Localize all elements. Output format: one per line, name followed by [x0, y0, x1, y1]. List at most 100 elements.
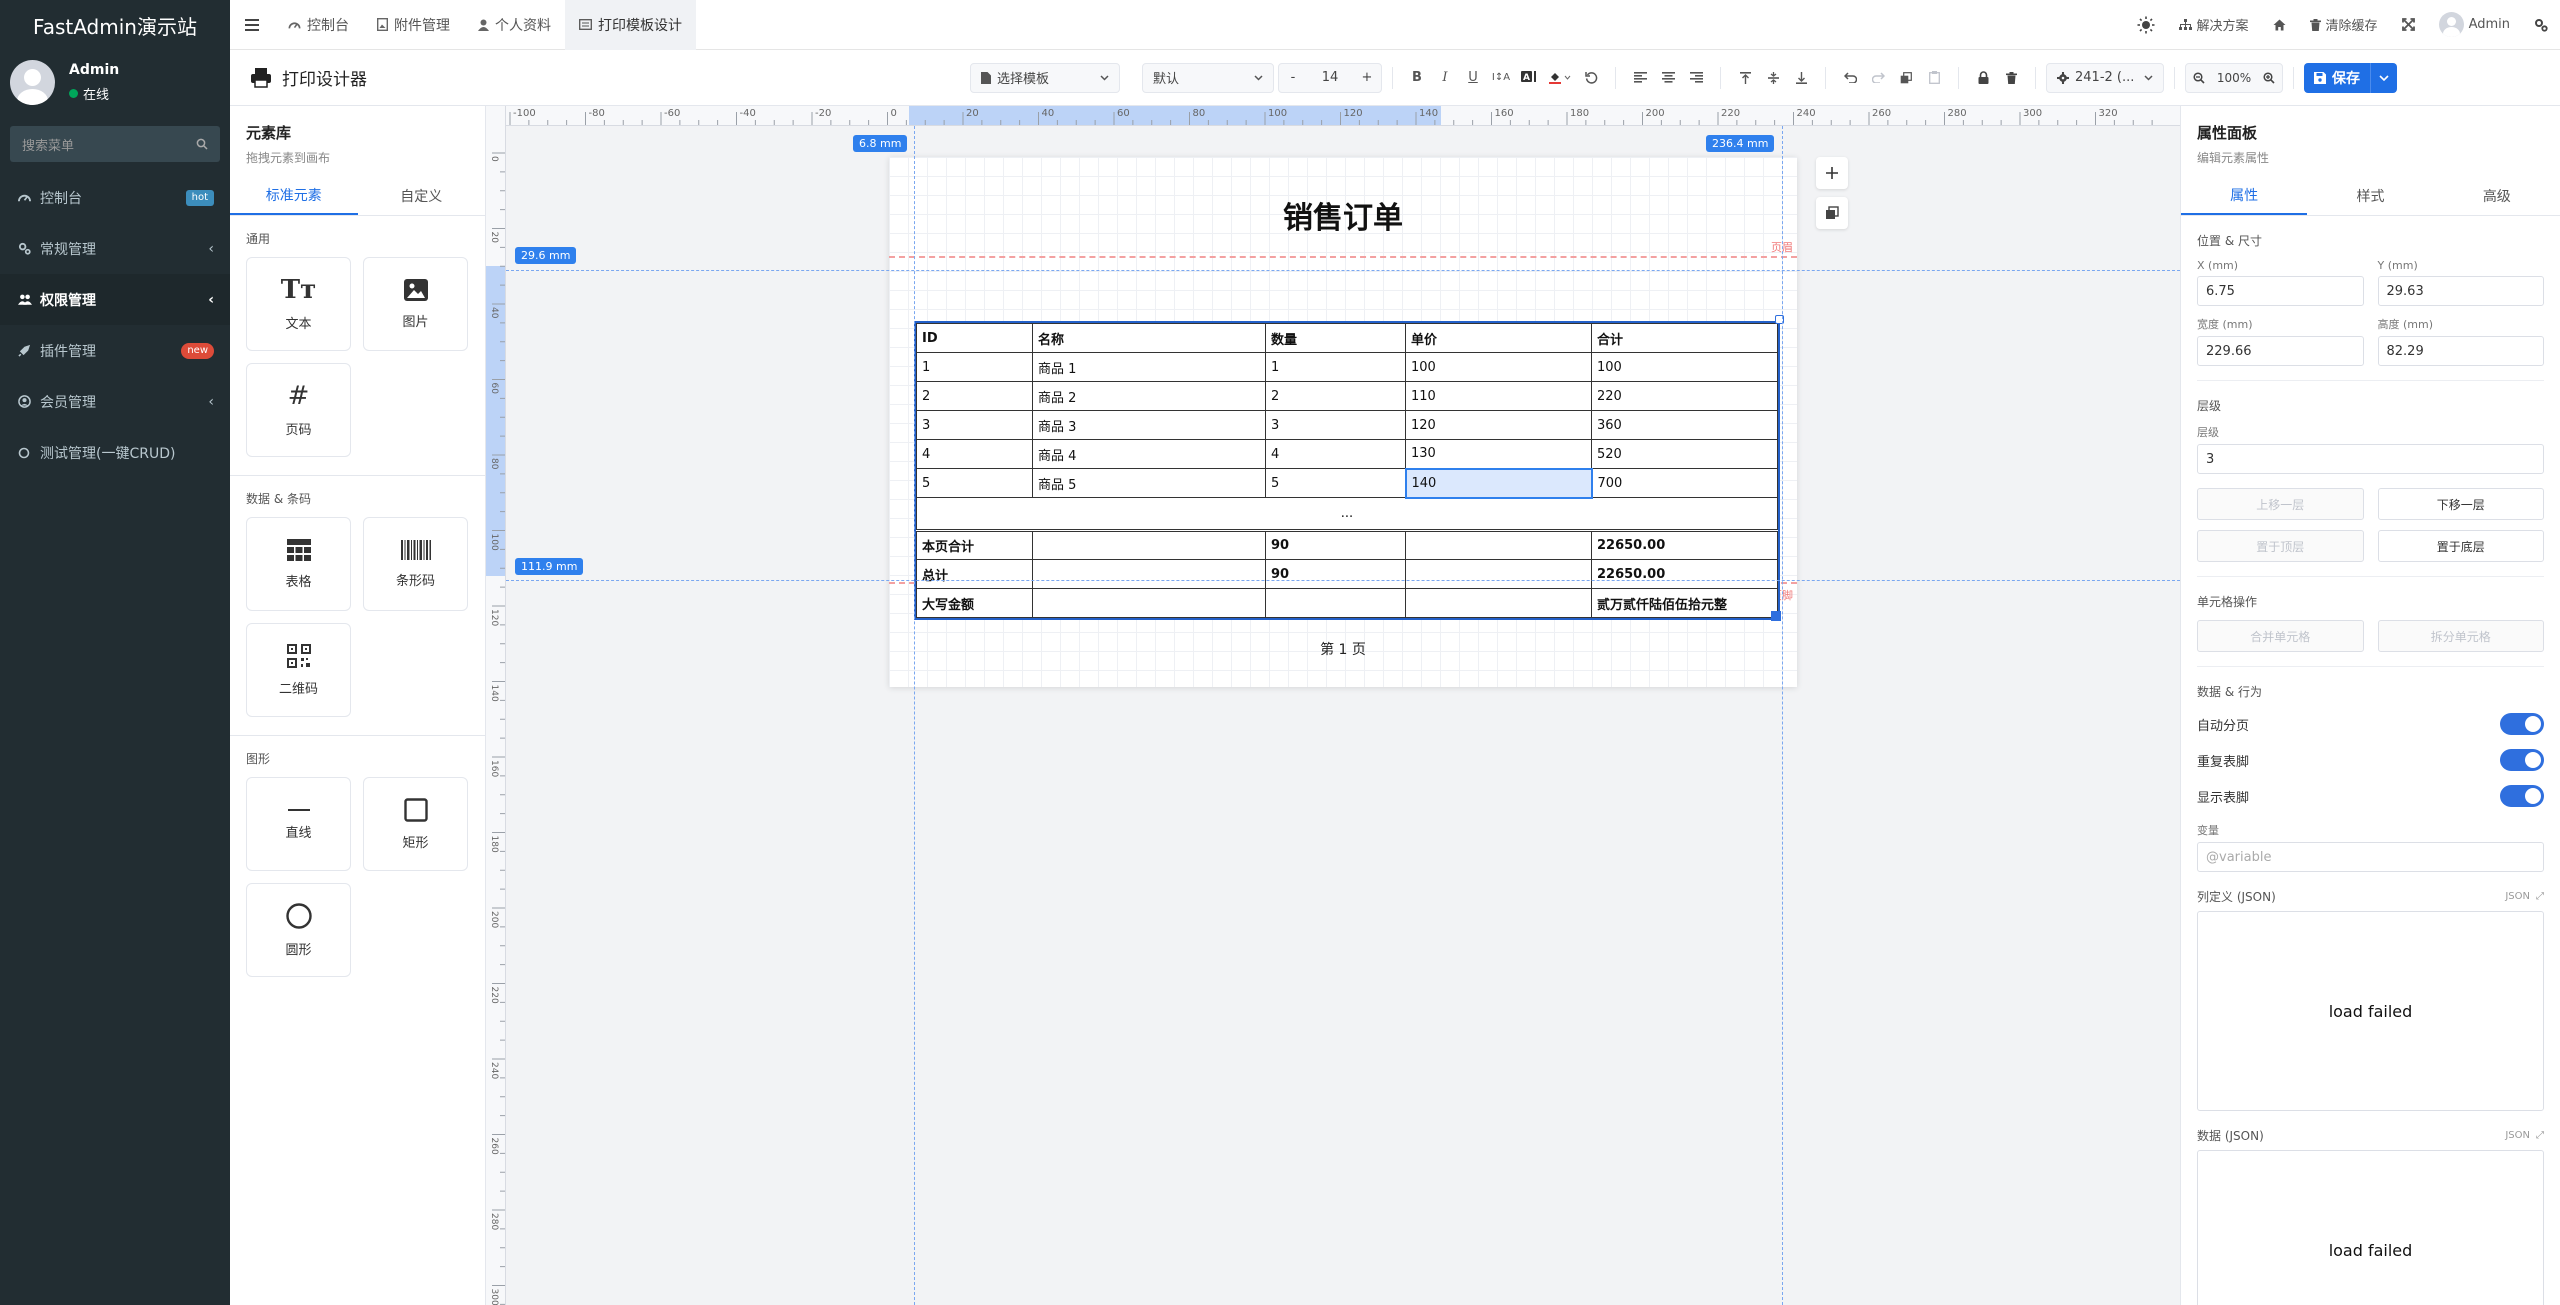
sidebar-item-members[interactable]: 会员管理 ‹: [0, 376, 230, 427]
tab-standard-elements[interactable]: 标准元素: [230, 176, 358, 215]
table-header-cell[interactable]: ID: [916, 323, 1033, 353]
template-select[interactable]: 选择模板: [970, 62, 1120, 93]
zoom-in-button[interactable]: [2256, 64, 2282, 92]
bring-to-front-button[interactable]: 置于顶层: [2197, 530, 2364, 562]
show-footer-switch[interactable]: [2500, 785, 2544, 807]
table-footer-cell[interactable]: [1265, 588, 1406, 618]
table-cell[interactable]: 商品 4: [1032, 439, 1266, 469]
table-footer-cell[interactable]: 本页合计: [916, 530, 1033, 560]
height-input[interactable]: 82.29: [2377, 336, 2544, 366]
table-cell[interactable]: 1: [1265, 352, 1406, 382]
auto-paginate-switch[interactable]: [2500, 713, 2544, 735]
table-footer-cell[interactable]: [1405, 530, 1592, 560]
underline-button[interactable]: U: [1459, 64, 1487, 92]
duplicate-page-button[interactable]: [1816, 197, 1848, 229]
table-header-cell[interactable]: 单价: [1405, 323, 1592, 353]
order-table-element[interactable]: ID 名称 数量 单价 合计 1 商品 1 1 100 100 2 商品 2 2: [914, 315, 1784, 621]
design-canvas[interactable]: -100 -80 -60 -40 -20 0 20 40 60 80 100 120 140 160 180…: [486, 106, 2180, 1305]
table-footer-cell[interactable]: 大写金额: [916, 588, 1033, 618]
menu-search-input[interactable]: 搜索菜单: [10, 126, 220, 162]
table-footer-cell[interactable]: [1405, 588, 1592, 618]
align-left-button[interactable]: [1626, 64, 1654, 92]
resize-handle[interactable]: [1771, 611, 1781, 621]
element-rectangle[interactable]: 矩形: [363, 777, 468, 871]
element-line[interactable]: 直线: [246, 777, 351, 871]
sidebar-item-plugins[interactable]: 插件管理 new: [0, 325, 230, 376]
paper-page[interactable]: 页眉 页脚 销售订单 第 1 页 ID 名称 数量 单价 合计 1 商品 1 1…: [889, 157, 1797, 687]
table-header-cell[interactable]: 数量: [1265, 323, 1406, 353]
element-qrcode[interactable]: 二维码: [246, 623, 351, 717]
element-image[interactable]: 图片: [363, 257, 468, 351]
table-footer-cell[interactable]: [1032, 559, 1266, 589]
table-cell[interactable]: 360: [1591, 410, 1778, 440]
element-barcode[interactable]: 条形码: [363, 517, 468, 611]
sidebar-toggle-button[interactable]: [230, 18, 274, 31]
table-cell[interactable]: 3: [1265, 410, 1406, 440]
tab-print-template-design[interactable]: 打印模板设计: [565, 0, 696, 50]
home-button[interactable]: [2261, 0, 2298, 50]
table-cell[interactable]: 100: [1405, 352, 1592, 382]
font-size-decrease-button[interactable]: -: [1279, 64, 1307, 92]
x-input[interactable]: 6.75: [2197, 276, 2364, 306]
zoom-out-button[interactable]: [2186, 64, 2212, 92]
table-cell[interactable]: 130: [1405, 439, 1592, 469]
theme-toggle-button[interactable]: [2125, 0, 2167, 50]
align-center-button[interactable]: [1654, 64, 1682, 92]
table-footer-cell[interactable]: 贰万贰仟陆佰伍拾元整: [1591, 588, 1778, 618]
table-cell[interactable]: 5: [1265, 468, 1406, 498]
tab-styles[interactable]: 样式: [2307, 176, 2433, 215]
table-ellipsis-cell[interactable]: ...: [916, 497, 1778, 532]
element-circle[interactable]: 圆形: [246, 883, 351, 977]
add-page-button[interactable]: [1816, 157, 1848, 189]
table-cell[interactable]: 700: [1591, 468, 1778, 498]
table-cell[interactable]: 100: [1591, 352, 1778, 382]
tab-dashboard[interactable]: 控制台: [274, 0, 363, 50]
sidebar-item-general[interactable]: 常规管理 ‹: [0, 223, 230, 274]
settings-button[interactable]: [2522, 0, 2560, 50]
table-cell[interactable]: 520: [1591, 439, 1778, 469]
tab-profile[interactable]: 个人资料: [464, 0, 565, 50]
delete-button[interactable]: [1997, 64, 2025, 92]
table-footer-cell[interactable]: 22650.00: [1591, 559, 1778, 589]
undo-button[interactable]: [1836, 64, 1864, 92]
search-icon[interactable]: [196, 138, 208, 150]
document-title-text[interactable]: 销售订单: [889, 193, 1797, 237]
layer-input[interactable]: 3: [2197, 444, 2544, 474]
element-table[interactable]: 表格: [246, 517, 351, 611]
vertical-ruler[interactable]: 0 20 40 60 80 100 120 140 160 180 200 220 240 260 280 3…: [486, 106, 506, 1305]
page-number-text[interactable]: 第 1 页: [889, 639, 1797, 659]
table-cell[interactable]: 110: [1405, 381, 1592, 411]
table-footer-cell[interactable]: 90: [1265, 559, 1406, 589]
fill-color-button[interactable]: [1543, 64, 1577, 92]
tab-custom-elements[interactable]: 自定义: [358, 176, 486, 215]
letter-spacing-button[interactable]: I↕A: [1487, 64, 1515, 92]
table-header-cell[interactable]: 名称: [1032, 323, 1266, 353]
move-down-button[interactable]: 下移一层: [2377, 488, 2544, 520]
font-size-increase-button[interactable]: +: [1353, 64, 1381, 92]
table-footer-cell[interactable]: [1032, 588, 1266, 618]
repeat-footer-switch[interactable]: [2500, 749, 2544, 771]
brand-logo[interactable]: FastAdmin演示站: [0, 0, 230, 50]
expand-icon[interactable]: ⤢: [2536, 1130, 2544, 1141]
data-json-editor[interactable]: load failed: [2197, 1150, 2544, 1305]
column-def-editor[interactable]: load failed: [2197, 911, 2544, 1111]
width-input[interactable]: 229.66: [2197, 336, 2364, 366]
save-dropdown-button[interactable]: [2371, 74, 2397, 81]
tab-attachments[interactable]: 附件管理: [363, 0, 464, 50]
table-footer-cell[interactable]: [1405, 559, 1592, 589]
paste-button[interactable]: [1920, 64, 1948, 92]
font-family-select[interactable]: 默认: [1142, 62, 1274, 93]
table-cell[interactable]: 4: [1265, 439, 1406, 469]
italic-button[interactable]: I: [1431, 64, 1459, 92]
table-cell[interactable]: 220: [1591, 381, 1778, 411]
variable-input[interactable]: @variable: [2197, 842, 2544, 872]
sidebar-item-test-crud[interactable]: 测试管理(一键CRUD): [0, 427, 230, 478]
move-up-button[interactable]: 上移一层: [2197, 488, 2364, 520]
table-cell[interactable]: 商品 2: [1032, 381, 1266, 411]
valign-top-button[interactable]: [1731, 64, 1759, 92]
table-cell[interactable]: 5: [916, 468, 1033, 498]
table-cell[interactable]: 2: [1265, 381, 1406, 411]
font-color-button[interactable]: A: [1515, 64, 1543, 92]
solutions-link[interactable]: 解决方案: [2167, 0, 2261, 50]
element-text[interactable]: Tт 文本: [246, 257, 351, 351]
